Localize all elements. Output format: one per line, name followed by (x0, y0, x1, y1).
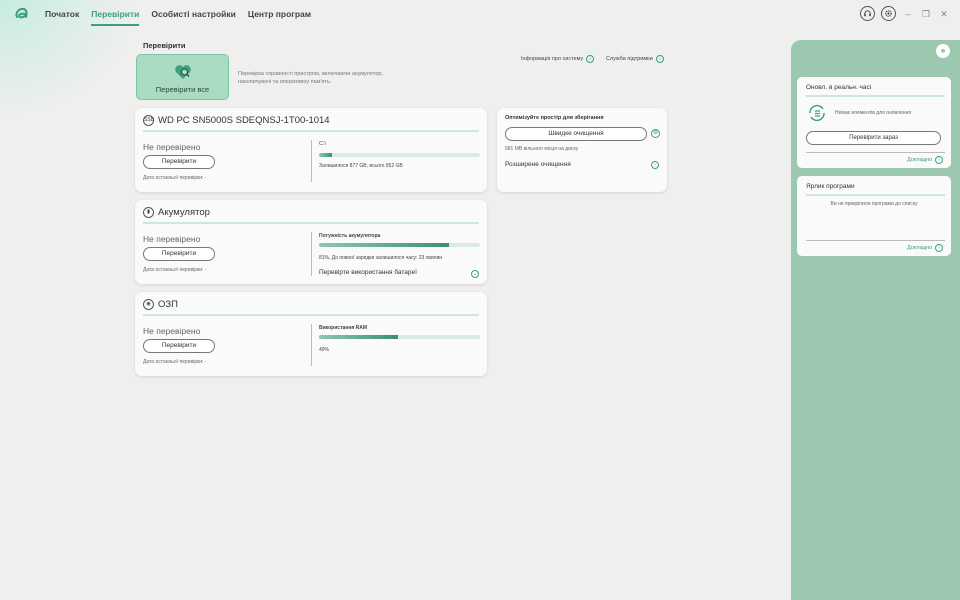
updates-more-label: Докладно (907, 157, 932, 163)
sync-list-icon (807, 103, 827, 128)
battery-header-divider (143, 222, 479, 224)
disk-card: SSD WD PC SN5000S SDEQNSJ-1T00-1014 Не п… (135, 108, 487, 192)
check-description: Перевірка справності пристрою, включаючи… (238, 71, 383, 85)
battery-card-header: ▮ Акумулятор (143, 207, 210, 218)
ram-status: Не перевірено (143, 326, 201, 336)
restore-icon[interactable]: ❐ (920, 8, 932, 20)
disk-last-check: Дата останньої перевірки: - (143, 175, 207, 181)
chevron-right-icon: › (655, 55, 664, 63)
disk-name: WD PC SN5000S SDEQNSJ-1T00-1014 (158, 115, 330, 126)
shortcuts-more-link[interactable]: Докладно › (907, 244, 943, 252)
collapse-panel-icon[interactable]: » (936, 44, 950, 58)
chevron-down-icon[interactable]: ⌄ (471, 270, 479, 278)
shortcuts-title: Ярлик програми (806, 183, 855, 190)
storage-title: Оптимізуйте простір для зберігання (505, 115, 604, 121)
battery-icon: ▮ (143, 207, 154, 218)
check-all-button[interactable]: Перевірити все (136, 54, 229, 100)
close-icon[interactable]: ✕ (938, 8, 950, 20)
battery-level-fill (319, 243, 450, 247)
shortcuts-more-label: Докладно (907, 245, 932, 251)
ram-usage-fill (319, 335, 398, 339)
system-info-label: Інформація про систему (521, 56, 584, 62)
disk-check-button[interactable]: Перевірити (143, 155, 215, 169)
battery-usage-link[interactable]: Перевірте використання батареї (319, 269, 417, 276)
headset-icon[interactable] (860, 6, 875, 21)
ram-check-button[interactable]: Перевірити (143, 339, 215, 353)
shortcuts-bottom-divider (806, 240, 945, 241)
battery-capacity-label: Потужність акумулятора (319, 233, 381, 239)
advanced-clean-link[interactable]: Розширене очищення (505, 161, 571, 168)
minimize-icon[interactable]: – (902, 8, 914, 20)
disk-divider (311, 140, 312, 182)
disk-status: Не перевірено (143, 142, 201, 152)
nav-item-app-center[interactable]: Центр програм (248, 9, 311, 26)
chevron-right-icon[interactable]: › (651, 161, 659, 169)
ram-card: ◉ ОЗП Не перевірено Перевірити Дата оста… (135, 292, 487, 376)
gear-icon[interactable] (881, 6, 896, 21)
disk-usage-bar (319, 153, 480, 157)
right-panel: » Оновл. в реальн. часі Немає елементів … (791, 40, 960, 600)
ram-name: ОЗП (158, 299, 178, 310)
disk-header-divider (143, 130, 479, 132)
battery-status: Не перевірено (143, 234, 201, 244)
shortcuts-empty-text: Ви не прикріпили програми до списку (830, 201, 918, 207)
support-label: Служба підтримки (606, 56, 653, 62)
ram-last-check: Дата останньої перевірки: - (143, 359, 207, 365)
realtime-updates-card: Оновл. в реальн. часі Немає елементів дл… (797, 77, 951, 168)
top-bar: Початок Перевірити Особисті настройки Це… (0, 0, 960, 30)
nav-item-home[interactable]: Початок (45, 9, 79, 26)
updates-divider (806, 95, 945, 97)
updates-bottom-divider (806, 152, 945, 153)
battery-name: Акумулятор (158, 207, 210, 218)
support-link[interactable]: Служба підтримки › (606, 55, 664, 63)
disk-drive-label: C:\ (319, 141, 327, 147)
check-all-label: Перевірити все (155, 85, 210, 94)
disk-usage-fill (319, 153, 332, 157)
updates-title: Оновл. в реальн. часі (806, 84, 872, 91)
ram-card-header: ◉ ОЗП (143, 299, 178, 310)
top-icons: – ❐ ✕ (860, 6, 950, 21)
gear-icon[interactable]: ⚙ (651, 129, 660, 138)
nav-item-personal-settings[interactable]: Особисті настройки (151, 9, 235, 26)
ram-usage-bar (319, 335, 480, 339)
check-now-button[interactable]: Перевірити зараз (806, 131, 941, 145)
ram-usage-label: Використання RAM (319, 325, 368, 331)
quick-clean-button[interactable]: Швидке очищення (505, 127, 647, 141)
page-title: Перевірити (143, 41, 186, 50)
battery-check-button[interactable]: Перевірити (143, 247, 215, 261)
nav-item-check[interactable]: Перевірити (91, 9, 140, 26)
main-nav: Початок Перевірити Особисті настройки Це… (45, 9, 323, 26)
ram-divider (311, 324, 312, 366)
app-shortcuts-card: Ярлик програми Ви не прикріпили програми… (797, 176, 951, 256)
ram-icon: ◉ (143, 299, 154, 310)
ram-header-divider (143, 314, 479, 316)
battery-card: ▮ Акумулятор Не перевірено Перевірити Да… (135, 200, 487, 284)
free-space-text: 581 MB вільного місця на диску (505, 146, 579, 152)
heart-search-icon (173, 63, 193, 86)
shortcuts-divider (806, 194, 945, 196)
battery-divider (311, 232, 312, 276)
chevron-right-icon: › (935, 244, 943, 252)
battery-level-bar (319, 243, 480, 247)
system-info-link[interactable]: Інформація про систему › (521, 55, 595, 63)
disk-remaining: Залишилося 877 GB, всього 952 GB (319, 163, 403, 169)
chevron-right-icon: › (586, 55, 595, 63)
battery-info: 81%, До повної зарядки залишилося часу: … (319, 255, 443, 261)
updates-more-link[interactable]: Докладно › (907, 156, 943, 164)
disk-card-header: SSD WD PC SN5000S SDEQNSJ-1T00-1014 (143, 115, 330, 126)
ssd-icon: SSD (143, 115, 154, 126)
chevron-right-icon: › (935, 156, 943, 164)
app-logo-icon (14, 6, 30, 20)
battery-last-check: Дата останньої перевірки: - (143, 267, 207, 273)
ram-percent: 49% (319, 347, 330, 353)
updates-empty-text: Немає елементів для оновлення (835, 110, 912, 116)
storage-card: Оптимізуйте простір для зберігання Швидк… (497, 108, 667, 192)
